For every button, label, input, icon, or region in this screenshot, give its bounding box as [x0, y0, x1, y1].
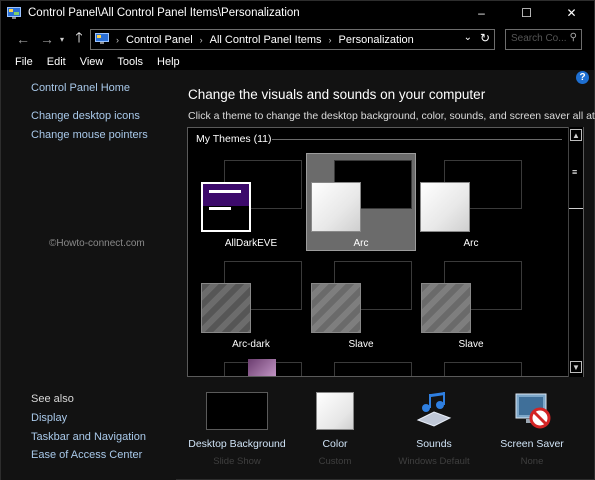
theme-tile-alldarkeve[interactable]: AllDarkEVE	[196, 154, 306, 252]
see-also-heading: See also	[31, 393, 74, 405]
menu-bar: File Edit View Tools Help	[1, 54, 594, 70]
change-mouse-pointers-link[interactable]: Change mouse pointers	[31, 129, 148, 141]
theme-label: Slave	[348, 339, 374, 350]
address-row: ← → ▾ 🡑 › Control Panel › All Control Pa…	[1, 24, 594, 54]
breadcrumb-all-items[interactable]: All Control Panel Items	[210, 34, 322, 46]
theme-window-preview	[311, 283, 361, 333]
search-icon: ⚲	[569, 32, 577, 43]
refresh-icon[interactable]: ↻	[480, 31, 490, 45]
theme-tile-arc-dark[interactable]: Arc-dark	[196, 255, 306, 353]
color-option[interactable]: Color Custom	[280, 392, 390, 467]
help-icon[interactable]: ?	[576, 71, 589, 84]
theme-window-preview	[311, 182, 361, 232]
theme-background-preview	[444, 362, 522, 376]
menu-tools[interactable]: Tools	[117, 56, 143, 68]
scroll-down-chevron-icon[interactable]: ▼	[570, 361, 582, 373]
menu-edit[interactable]: Edit	[47, 56, 66, 68]
theme-label: Arc	[353, 238, 369, 249]
theme-list: My Themes (11) AllDarkEVE Arc Arc Arc-da…	[187, 127, 584, 377]
up-arrow-icon[interactable]: 🡑	[69, 29, 89, 49]
theme-label: AllDarkEVE	[224, 238, 278, 249]
desktop-background-option[interactable]: Desktop Background Slide Show	[182, 392, 292, 467]
forward-arrow-icon[interactable]: →	[37, 29, 57, 49]
color-title: Color	[322, 438, 348, 450]
theme-window-preview	[421, 283, 471, 333]
theme-tile-partial-2[interactable]	[306, 356, 416, 376]
color-swatch	[316, 392, 354, 430]
page-title: Change the visuals and sounds on your co…	[188, 87, 486, 102]
desktop-background-value: Slide Show	[213, 456, 261, 467]
theme-tile-slave[interactable]: Slave	[306, 255, 416, 353]
theme-tile-arc-selected[interactable]: Arc	[306, 153, 416, 251]
search-input[interactable]: Search Co... ⚲	[505, 29, 582, 50]
maximize-button[interactable]: ☐	[504, 1, 549, 24]
recent-locations-chevron-icon[interactable]: ▾	[57, 29, 67, 49]
theme-tile-partial-1[interactable]	[196, 356, 306, 376]
scroll-thumb-grip-icon[interactable]: ≡	[572, 167, 580, 177]
breadcrumb-control-panel[interactable]: Control Panel	[126, 34, 193, 46]
theme-tile-partial-3[interactable]	[416, 356, 526, 376]
breadcrumb-separator-icon: ›	[116, 34, 119, 45]
close-button[interactable]: ✕	[549, 1, 594, 24]
watermark: ©Howto-connect.com	[49, 238, 145, 249]
my-themes-group-header[interactable]: My Themes (11)	[196, 133, 271, 145]
menu-view[interactable]: View	[80, 56, 104, 68]
address-dropdown-chevron-icon[interactable]: ⌄	[464, 32, 472, 43]
address-bar[interactable]: › Control Panel › All Control Panel Item…	[90, 29, 495, 50]
change-desktop-icons-link[interactable]: Change desktop icons	[31, 110, 140, 122]
theme-tile-arc[interactable]: Arc	[416, 154, 526, 252]
theme-window-preview	[420, 182, 470, 232]
theme-label: Arc	[463, 238, 479, 249]
sidebar: Control Panel Home Change desktop icons …	[1, 70, 176, 480]
sounds-title: Sounds	[416, 438, 452, 450]
window-controls: – ☐ ✕	[459, 1, 594, 24]
theme-window-preview	[201, 283, 251, 333]
page-description: Click a theme to change the desktop back…	[188, 110, 595, 122]
theme-label: Arc-dark	[232, 339, 270, 350]
theme-label: Slave	[458, 339, 484, 350]
address-bar-icon	[95, 32, 109, 47]
display-link[interactable]: Display	[31, 412, 67, 424]
group-divider	[272, 139, 562, 140]
screen-saver-option[interactable]: Screen Saver None	[477, 392, 587, 467]
scroll-up-chevron-icon[interactable]: ▲	[570, 129, 582, 141]
theme-image-preview	[248, 359, 276, 376]
control-panel-home-link[interactable]: Control Panel Home	[31, 82, 130, 94]
theme-background-preview	[334, 362, 412, 376]
menu-file[interactable]: File	[15, 56, 33, 68]
sounds-music-note-icon	[414, 392, 454, 430]
color-value: Custom	[318, 456, 352, 467]
control-panel-window: Control Panel\All Control Panel Items\Pe…	[0, 0, 595, 480]
control-panel-icon	[7, 6, 21, 19]
screen-saver-title: Screen Saver	[500, 438, 564, 450]
title-bar: Control Panel\All Control Panel Items\Pe…	[1, 1, 594, 24]
ease-of-access-link[interactable]: Ease of Access Center	[31, 449, 142, 461]
breadcrumb-personalization[interactable]: Personalization	[339, 34, 414, 46]
screen-saver-value: None	[520, 456, 544, 467]
back-arrow-icon[interactable]: ←	[13, 29, 33, 49]
breadcrumb-separator-icon: ›	[199, 34, 203, 45]
theme-window-preview	[201, 182, 251, 232]
search-placeholder: Search Co...	[511, 33, 567, 44]
sounds-option[interactable]: Sounds Windows Default	[379, 392, 489, 467]
menu-help[interactable]: Help	[157, 56, 180, 68]
desktop-background-title: Desktop Background	[188, 438, 286, 450]
sounds-value: Windows Default	[398, 456, 470, 467]
taskbar-navigation-link[interactable]: Taskbar and Navigation	[31, 431, 146, 443]
scroll-thumb-edge	[569, 208, 583, 209]
screen-saver-icon	[512, 392, 552, 430]
minimize-button[interactable]: –	[459, 1, 504, 24]
desktop-background-preview	[206, 392, 268, 430]
theme-list-scrollbar[interactable]: ▲ ≡ ▼	[568, 127, 583, 377]
window-title: Control Panel\All Control Panel Items\Pe…	[28, 6, 300, 19]
theme-tile-slave-2[interactable]: Slave	[416, 255, 526, 353]
breadcrumb-separator-icon: ›	[328, 34, 332, 45]
